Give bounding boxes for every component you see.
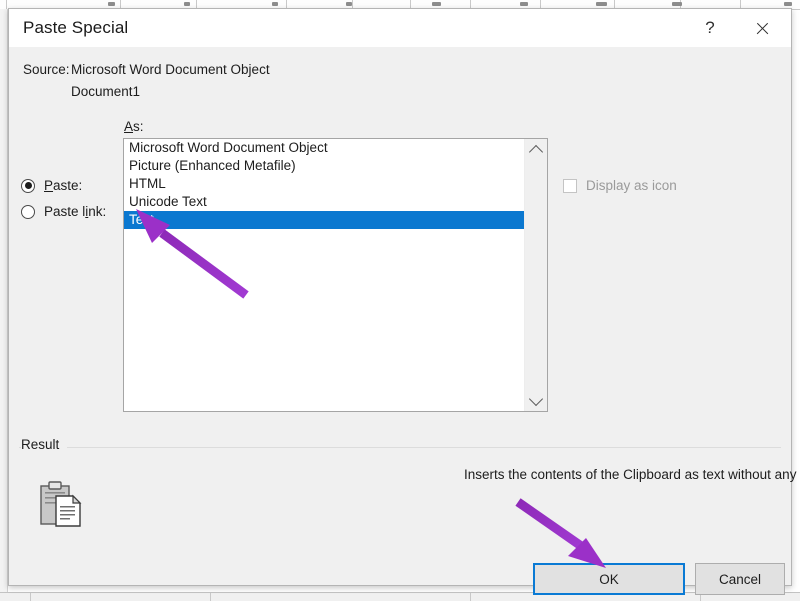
close-icon <box>755 21 770 36</box>
radio-paste-indicator <box>21 178 35 193</box>
question-mark-icon: ? <box>705 18 715 37</box>
list-item[interactable]: HTML <box>124 175 525 193</box>
source-value-object: Microsoft Word Document Object <box>71 62 270 77</box>
scroll-up-button[interactable] <box>525 139 547 161</box>
list-item[interactable]: Unicode Text <box>124 193 525 211</box>
list-item[interactable]: Microsoft Word Document Object <box>124 139 525 157</box>
ok-button-label: OK <box>599 571 619 587</box>
listbox-scrollbar[interactable] <box>524 139 547 411</box>
dialog-body: Source: Microsoft Word Document Object D… <box>9 47 800 595</box>
result-group-label: Result <box>21 437 68 452</box>
paste-special-dialog: Paste Special ? Source: Microsoft Word D… <box>8 8 800 595</box>
radio-paste-accel: P <box>44 178 54 193</box>
scroll-down-button[interactable] <box>525 389 547 411</box>
source-label: Source: <box>23 62 70 77</box>
list-item-selected[interactable]: Text <box>124 211 525 229</box>
display-as-icon-checkbox[interactable]: Display as icon <box>563 178 677 193</box>
ok-button[interactable]: OK <box>533 563 685 595</box>
checkbox-indicator <box>563 178 577 193</box>
result-description: Inserts the contents of the Clipboard as… <box>464 467 800 482</box>
chevron-up-icon <box>528 144 544 159</box>
clipboard-paste-icon <box>37 480 87 532</box>
format-listbox[interactable]: Microsoft Word Document Object Picture (… <box>123 138 548 412</box>
display-as-icon-label: Display as icon <box>586 178 677 193</box>
format-list-items: Microsoft Word Document Object Picture (… <box>124 139 525 411</box>
dialog-titlebar: Paste Special ? <box>9 9 791 47</box>
radio-paste-link-prefix: Paste l <box>44 204 86 219</box>
radio-paste-link-label: Paste link: <box>44 204 106 219</box>
background-window-edge <box>0 9 8 601</box>
radio-paste[interactable]: Paste: <box>21 178 82 193</box>
radio-paste-rest: aste: <box>53 178 83 193</box>
source-value-document: Document1 <box>71 84 141 99</box>
radio-paste-link-indicator <box>21 204 35 219</box>
list-item[interactable]: Picture (Enhanced Metafile) <box>124 157 525 175</box>
cancel-button-label: Cancel <box>718 571 762 587</box>
close-button[interactable] <box>739 9 785 47</box>
as-label: As: <box>124 119 144 134</box>
chevron-down-icon <box>528 391 544 406</box>
dialog-title: Paste Special <box>23 18 129 37</box>
radio-paste-link[interactable]: Paste link: <box>21 204 106 219</box>
radio-paste-label: Paste: <box>44 178 82 193</box>
result-group-divider <box>19 447 781 448</box>
cancel-button[interactable]: Cancel <box>695 563 785 595</box>
radio-paste-link-rest: nk: <box>88 204 107 219</box>
help-button[interactable]: ? <box>687 9 733 47</box>
